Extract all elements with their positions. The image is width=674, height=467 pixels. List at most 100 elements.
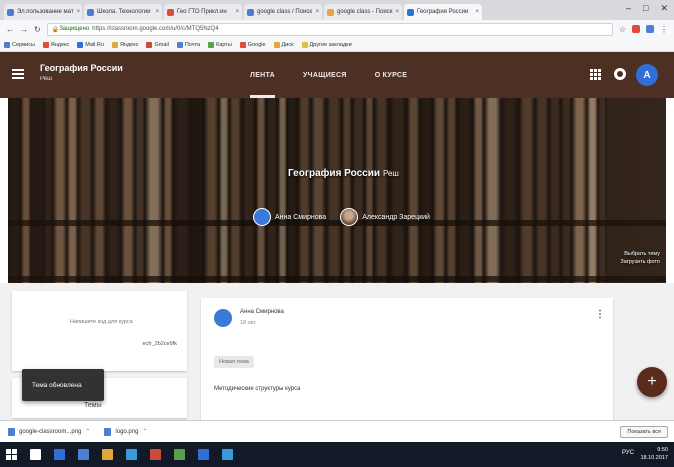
star-icon[interactable]: ☆ [619,25,626,34]
bookmark-favicon-icon [273,41,280,48]
bookmark-favicon-icon [146,41,153,48]
browser-tab[interactable]: Эл.пользование мат × [4,4,82,20]
taskbar-app-icon[interactable] [102,449,113,460]
bookmark-item[interactable]: Яндекс [111,41,139,48]
banner-title: География России Реш [288,168,399,179]
show-all-downloads-button[interactable]: Показать все [620,426,668,438]
minimize-icon[interactable]: – [626,3,631,14]
snackbar-notification: Тема обновлена [22,369,104,401]
url-text: https://classroom.google.com/u/0/c/MTQ5N… [92,26,219,32]
chevron-down-icon[interactable]: ⌃ [142,428,147,435]
taskbar-app-icon[interactable] [222,449,233,460]
taskbar-app-icon[interactable] [54,449,65,460]
course-code-value[interactable]: ecfr_2b2ce9fk [142,341,177,347]
language-indicator[interactable]: РУС [622,450,634,456]
post-topic-chip[interactable]: Новая тема [214,356,254,368]
topics-label[interactable]: Темы [84,402,102,409]
download-item[interactable]: logo.png ⌃ [104,427,147,436]
bookmark-label: Диск [281,41,294,48]
tab-close-icon[interactable]: × [395,9,399,15]
bookmark-item[interactable]: Mail.Ru [77,41,104,48]
file-icon [8,427,15,436]
tab-label: google class / Поиск [257,9,312,15]
downloads-bar: google-classroom...png ⌃ logo.png ⌃ [0,420,674,442]
bookmark-item[interactable]: Яндекс [42,41,69,48]
close-icon[interactable]: ✕ [660,3,668,14]
teacher-name: Анна Смирнова [275,213,327,221]
tab-about[interactable]: О КУРСЕ [375,52,408,98]
bookmark-label: Яндекс [119,41,139,48]
browser-tab[interactable]: Школа. Технологии × [84,4,162,20]
maximize-icon[interactable]: □ [643,3,648,14]
tab-close-icon[interactable]: × [155,9,159,15]
taskbar-app-icon[interactable] [30,449,41,460]
bookmark-item[interactable]: Другие закладки [301,41,352,48]
banner-links: Выбрать тему Загрузить фото [620,250,660,266]
address-bar: ← → ↻ 🔒 Защищено https://classroom.googl… [0,20,674,38]
tab-students[interactable]: УЧАЩИЕСЯ [303,52,347,98]
course-code-card: Напишите код для курса ecfr_2b2ce9fk [12,291,187,371]
browser-tab[interactable]: google class / Поиск × [244,4,322,20]
windows-start-icon[interactable] [6,449,17,460]
forward-icon[interactable]: → [20,25,28,34]
course-banner: География России Реш Анна Смирнова Алекса… [8,98,666,283]
bookmark-favicon-icon [301,41,308,48]
bookmark-item[interactable]: Gmail [146,41,169,48]
extension-icon[interactable] [646,25,654,33]
taskbar-app-icon[interactable] [78,449,89,460]
tab-stream[interactable]: ЛЕНТА [250,52,276,98]
extension-icon[interactable] [632,25,640,33]
back-icon[interactable]: ← [6,25,14,34]
bookmark-item[interactable]: Сервисы [4,41,35,48]
bookmark-label: Карты [216,41,232,48]
classroom-app-bar: География России Реш ЛЕНТА УЧАЩИЕСЯ О КУ… [0,52,674,98]
select-theme-link[interactable]: Выбрать тему [620,250,660,258]
bookmark-label: Почта [184,41,201,48]
tab-close-icon[interactable]: × [77,9,81,15]
bookmark-label: Google [247,41,266,48]
tab-favicon-icon [167,8,174,16]
hamburger-menu-icon[interactable] [12,69,24,79]
teachers-list: Анна Смирнова Александр Зарецкий [253,208,430,226]
bookmark-item[interactable]: Google [239,41,266,48]
browser-menu-icon[interactable]: ⋮ [660,25,668,34]
more-options-icon[interactable]: ⋮ [595,309,605,320]
taskbar-app-icon[interactable] [174,449,185,460]
post-text: Методические структуры курса [214,386,301,392]
chevron-down-icon[interactable]: ⌃ [85,428,90,435]
apps-grid-icon[interactable] [590,69,601,80]
teacher-item[interactable]: Анна Смирнова [253,208,326,226]
tab-close-icon[interactable]: × [315,9,319,15]
bookmark-item[interactable]: Почта [176,41,201,48]
windows-taskbar [0,442,674,467]
tab-close-icon[interactable]: × [475,9,479,15]
clock[interactable]: 9:50 18.10.2017 [640,446,668,462]
bookmark-favicon-icon [77,41,84,48]
browser-tab[interactable]: google class - Поиск × [324,4,402,20]
bookmark-item[interactable]: Диск [273,41,294,48]
taskbar-app-icon[interactable] [126,449,137,460]
browser-tab[interactable]: География России × [404,4,482,20]
account-avatar[interactable]: А [636,64,658,86]
bookmark-favicon-icon [42,41,49,48]
course-title[interactable]: География России [40,63,123,73]
teacher-item[interactable]: Александр Зарецкий [340,208,430,226]
course-nav-tabs: ЛЕНТА УЧАЩИЕСЯ О КУРСЕ [250,52,407,98]
bookmark-label: Сервисы [12,41,35,48]
bookmark-item[interactable]: Карты [208,41,232,48]
url-input[interactable]: 🔒 Защищено https://classroom.google.com/… [46,22,613,36]
download-filename: google-classroom...png [19,428,82,435]
taskbar-app-icon[interactable] [198,449,209,460]
url-secure-label: Защищено [59,26,90,32]
download-item[interactable]: google-classroom...png ⌃ [8,427,90,436]
notifications-icon[interactable] [614,68,626,80]
taskbar-app-icon[interactable] [150,449,161,460]
browser-tab[interactable]: Гео ГТО Прикл.ин × [164,4,242,20]
tab-label: География России [417,9,469,15]
upload-photo-link[interactable]: Загрузить фото [620,258,660,266]
tab-favicon-icon [247,8,254,16]
reload-icon[interactable]: ↻ [34,25,41,34]
tab-close-icon[interactable]: × [235,9,239,15]
browser-tab-strip: Эл.пользование мат × Школа. Технологии × Гео… [0,0,674,20]
add-button[interactable]: + [637,367,667,397]
